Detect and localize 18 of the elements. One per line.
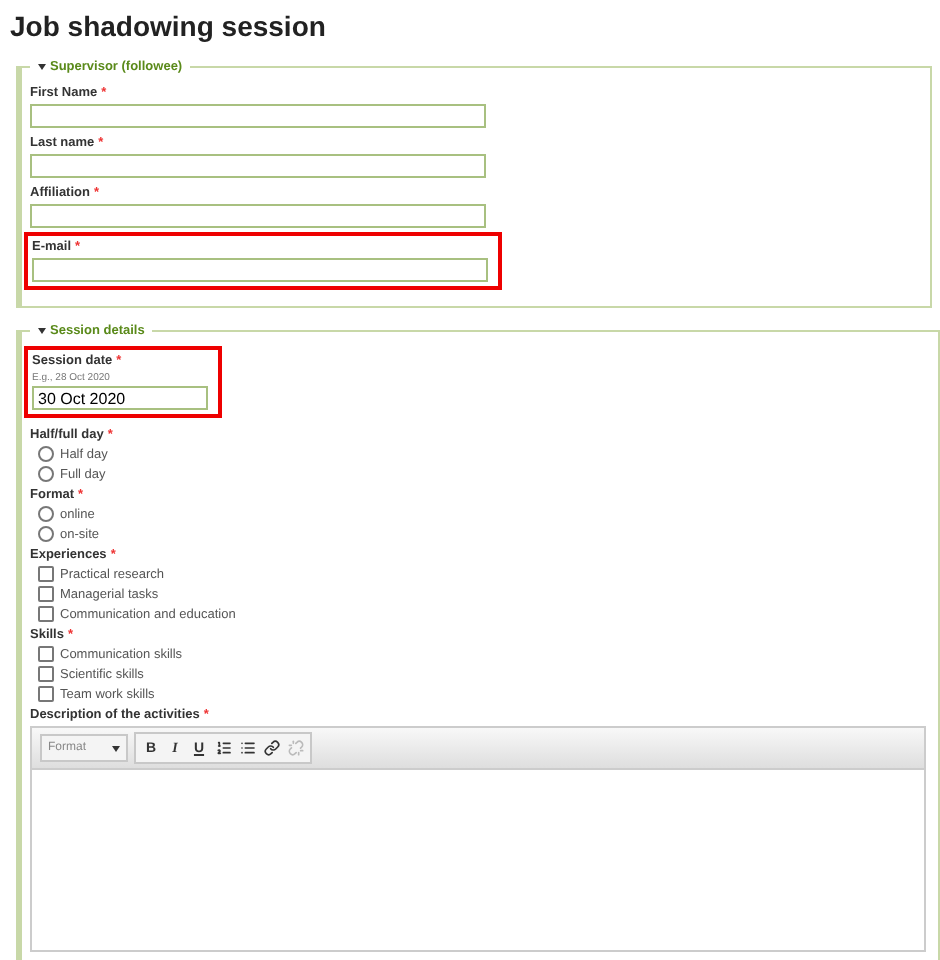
checkbox[interactable] <box>38 566 54 582</box>
radio-button[interactable] <box>38 506 54 522</box>
radio-button[interactable] <box>38 526 54 542</box>
radio-button[interactable] <box>38 446 54 462</box>
text-field[interactable] <box>30 154 486 178</box>
checkbox[interactable] <box>38 586 54 602</box>
text-field[interactable] <box>30 104 486 128</box>
checkbox[interactable] <box>38 666 54 682</box>
checkbox[interactable] <box>38 686 54 702</box>
page-title: Job shadowing session <box>10 10 328 42</box>
text-field[interactable] <box>32 258 488 282</box>
link-button[interactable] <box>260 736 282 760</box>
ordered-list-button[interactable] <box>212 736 234 760</box>
date-field[interactable]: 30 Oct 2020 <box>32 386 208 410</box>
checkbox[interactable] <box>38 606 54 622</box>
text-field[interactable] <box>30 204 486 228</box>
checkbox[interactable] <box>38 646 54 662</box>
radio-button[interactable] <box>38 466 54 482</box>
